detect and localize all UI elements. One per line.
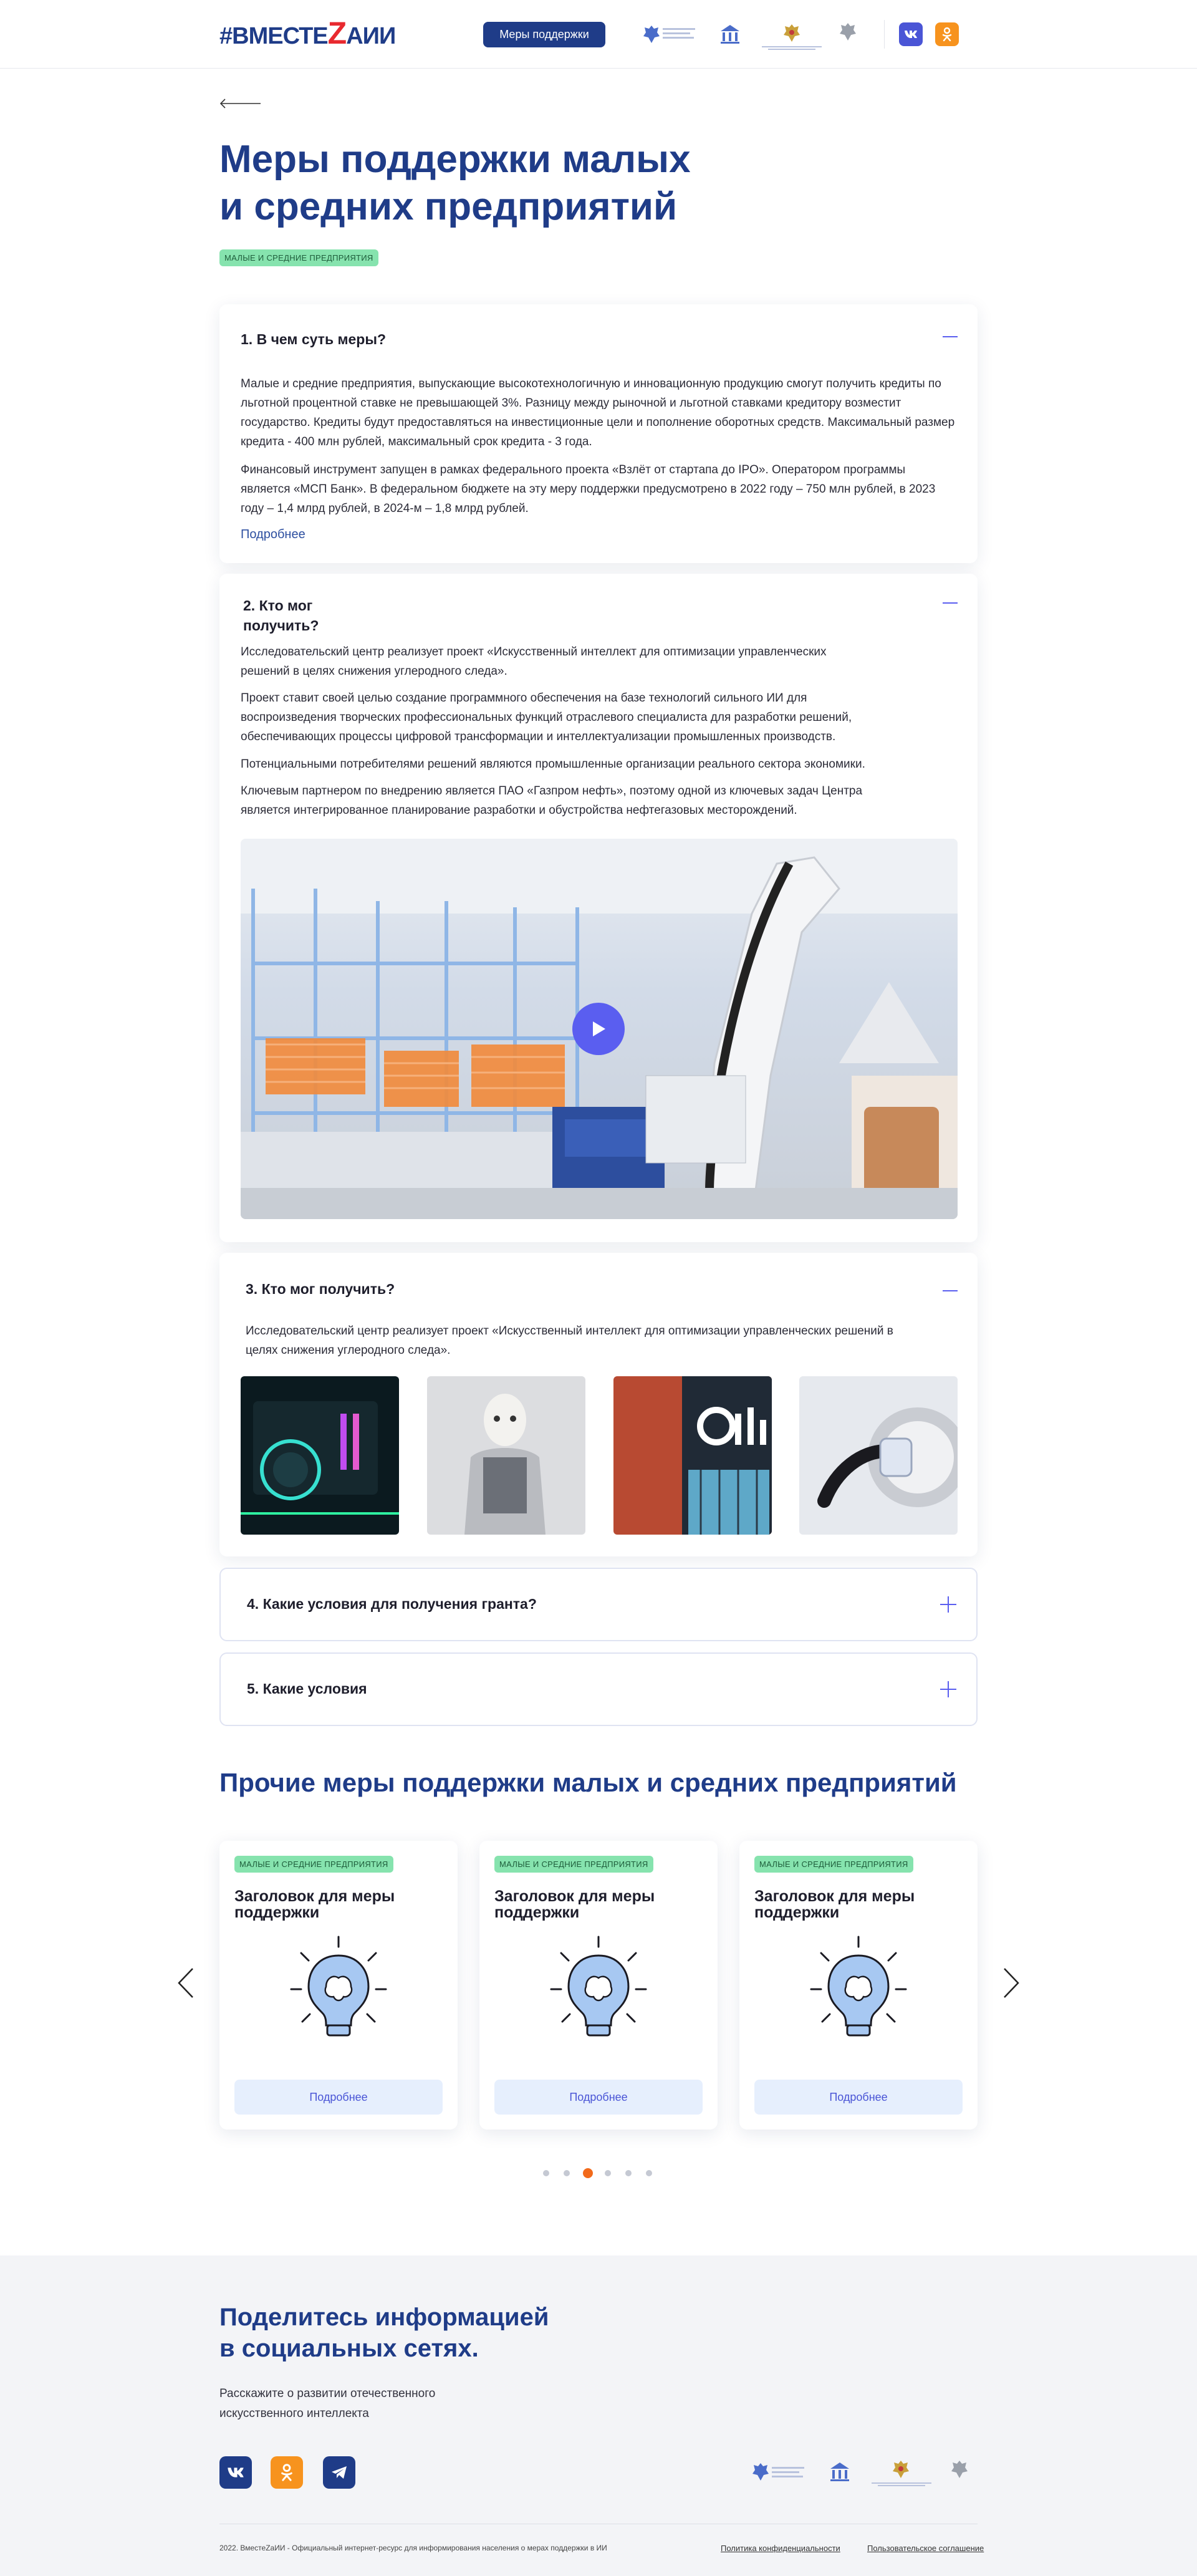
support-measures-button[interactable]: Меры поддержки xyxy=(483,22,605,47)
faq-item-1: 1. В чем суть меры? Малые и средние пред… xyxy=(219,304,978,563)
copyright-text: 2022. ВместеZаИИ - Официальный интернет-… xyxy=(219,2544,607,2552)
category-tag: МАЛЫЕ И СРЕДНИЕ ПРЕДПРИЯТИЯ xyxy=(234,1856,393,1873)
measure-card[interactable]: МАЛЫЕ И СРЕДНИЕ ПРЕДПРИЯТИЯ Заголовок дл… xyxy=(219,1841,458,2130)
vk-icon[interactable] xyxy=(219,2456,252,2489)
ministry-text-logo xyxy=(663,28,695,39)
faq-paragraph: Проект ставит своей целью создание прогр… xyxy=(241,692,852,743)
site-footer: Поделитесь информацией в социальных сетях… xyxy=(0,2255,1197,2576)
faq-paragraph: Малые и средние предприятия, выпускающие… xyxy=(241,377,955,448)
humanoid-robot-image[interactable] xyxy=(427,1376,585,1535)
ministry-caption xyxy=(762,46,822,50)
gold-eagle-emblem-icon xyxy=(784,24,800,42)
measure-card-title: Заголовок для меры поддержки xyxy=(754,1888,915,1921)
site-header: #ВМЕСТЕZАИИ Меры поддержки xyxy=(0,0,1197,69)
more-button[interactable]: Подробнее xyxy=(234,2080,443,2115)
faq-paragraph: Ключевым партнером по внедрению является… xyxy=(241,784,863,817)
building-emblem-icon xyxy=(721,25,739,44)
ok-icon[interactable] xyxy=(935,22,959,46)
lightbulb-brain-icon xyxy=(810,1936,907,2037)
video-player[interactable] xyxy=(241,839,958,1219)
collapse-icon[interactable] xyxy=(943,336,958,337)
carousel-dot[interactable] xyxy=(564,2170,570,2176)
measure-card-title: Заголовок для меры поддержки xyxy=(494,1888,655,1921)
lightbulb-brain-icon xyxy=(550,1936,647,2037)
carousel-dot[interactable] xyxy=(646,2170,652,2176)
carousel-dot[interactable] xyxy=(625,2170,632,2176)
telegram-icon[interactable] xyxy=(323,2456,355,2489)
expand-icon[interactable] xyxy=(940,1681,956,1697)
collapse-icon[interactable] xyxy=(943,602,958,604)
building-emblem-icon xyxy=(830,2463,849,2481)
faq-title[interactable]: 5. Какие условия xyxy=(247,1679,367,1699)
other-measures-heading: Прочие меры поддержки малых и средних пр… xyxy=(219,1768,957,1797)
grey-eagle-emblem-icon xyxy=(840,23,856,41)
faq-item-5[interactable]: 5. Какие условия xyxy=(219,1652,978,1726)
more-button[interactable]: Подробнее xyxy=(754,2080,963,2115)
back-arrow-icon[interactable] xyxy=(219,99,261,109)
robot-arm-image[interactable] xyxy=(799,1376,958,1535)
ministry-text-logo xyxy=(772,2467,804,2477)
ok-icon[interactable] xyxy=(271,2456,303,2489)
faq-item-2: 2. Кто мог получить? Исследовательский це… xyxy=(219,574,978,1242)
privacy-policy-link[interactable]: Политика конфиденциальности xyxy=(721,2544,840,2553)
category-tag: МАЛЫЕ И СРЕДНИЕ ПРЕДПРИЯТИЯ xyxy=(219,249,378,266)
faq-paragraph: Исследовательский центр реализует проект… xyxy=(241,645,827,678)
faq-title[interactable]: 2. Кто мог получить? xyxy=(243,596,319,635)
collapse-icon[interactable] xyxy=(943,1290,958,1291)
footer-heading: Поделитесь информацией в социальных сетях… xyxy=(219,2303,549,2362)
faq-paragraph: Потенциальными потребителями решений явл… xyxy=(241,758,865,771)
carousel-dot[interactable] xyxy=(605,2170,611,2176)
play-button[interactable] xyxy=(572,1003,625,1055)
site-logo[interactable]: #ВМЕСТЕZАИИ xyxy=(219,17,396,50)
faq-item-3: 3. Кто мог получить? Исследовательский ц… xyxy=(219,1253,978,1556)
faq-title[interactable]: 4. Какие условия для получения гранта? xyxy=(247,1594,537,1614)
category-tag: МАЛЫЕ И СРЕДНИЕ ПРЕДПРИЯТИЯ xyxy=(494,1856,653,1873)
carousel-prev-arrow-icon[interactable] xyxy=(177,1967,195,1999)
ministry-emblem-icon xyxy=(643,26,660,43)
measure-card[interactable]: МАЛЫЕ И СРЕДНИЕ ПРЕДПРИЯТИЯ Заголовок дл… xyxy=(479,1841,718,2130)
more-link[interactable]: Подробнее xyxy=(241,528,305,542)
ministry-caption xyxy=(872,2482,931,2486)
gold-eagle-emblem-icon xyxy=(893,2461,909,2478)
more-button[interactable]: Подробнее xyxy=(494,2080,703,2115)
header-divider xyxy=(884,20,885,49)
category-tag: МАЛЫЕ И СРЕДНИЕ ПРЕДПРИЯТИЯ xyxy=(754,1856,913,1873)
expand-icon[interactable] xyxy=(940,1596,956,1613)
gpu-image[interactable] xyxy=(241,1376,399,1535)
measure-card-title: Заголовок для меры поддержки xyxy=(234,1888,395,1921)
faq-title[interactable]: 1. В чем суть меры? xyxy=(241,329,386,349)
faq-paragraph: Исследовательский центр реализует проект… xyxy=(246,1324,893,1357)
lightbulb-brain-icon xyxy=(290,1936,387,2037)
carousel-dot[interactable] xyxy=(543,2170,549,2176)
carousel-next-arrow-icon[interactable] xyxy=(1002,1967,1020,1999)
faq-item-4[interactable]: 4. Какие условия для получения гранта? xyxy=(219,1568,978,1641)
mila-building-image[interactable] xyxy=(613,1376,772,1535)
vk-icon[interactable] xyxy=(899,22,923,46)
user-agreement-link[interactable]: Пользовательское соглашение xyxy=(867,2544,984,2553)
faq-title[interactable]: 3. Кто мог получить? xyxy=(246,1279,395,1299)
faq-paragraph: Финансовый инструмент запущен в рамках ф… xyxy=(241,463,936,515)
ministry-emblem-icon xyxy=(752,2463,769,2481)
grey-eagle-emblem-icon xyxy=(951,2461,968,2478)
page-title: Меры поддержки малых и средних предприяти… xyxy=(219,138,691,228)
measure-card[interactable]: МАЛЫЕ И СРЕДНИЕ ПРЕДПРИЯТИЯ Заголовок дл… xyxy=(739,1841,978,2130)
footer-text: Расскажите о развитии отечественного иск… xyxy=(219,2387,436,2420)
carousel-dot-active[interactable] xyxy=(583,2168,593,2178)
